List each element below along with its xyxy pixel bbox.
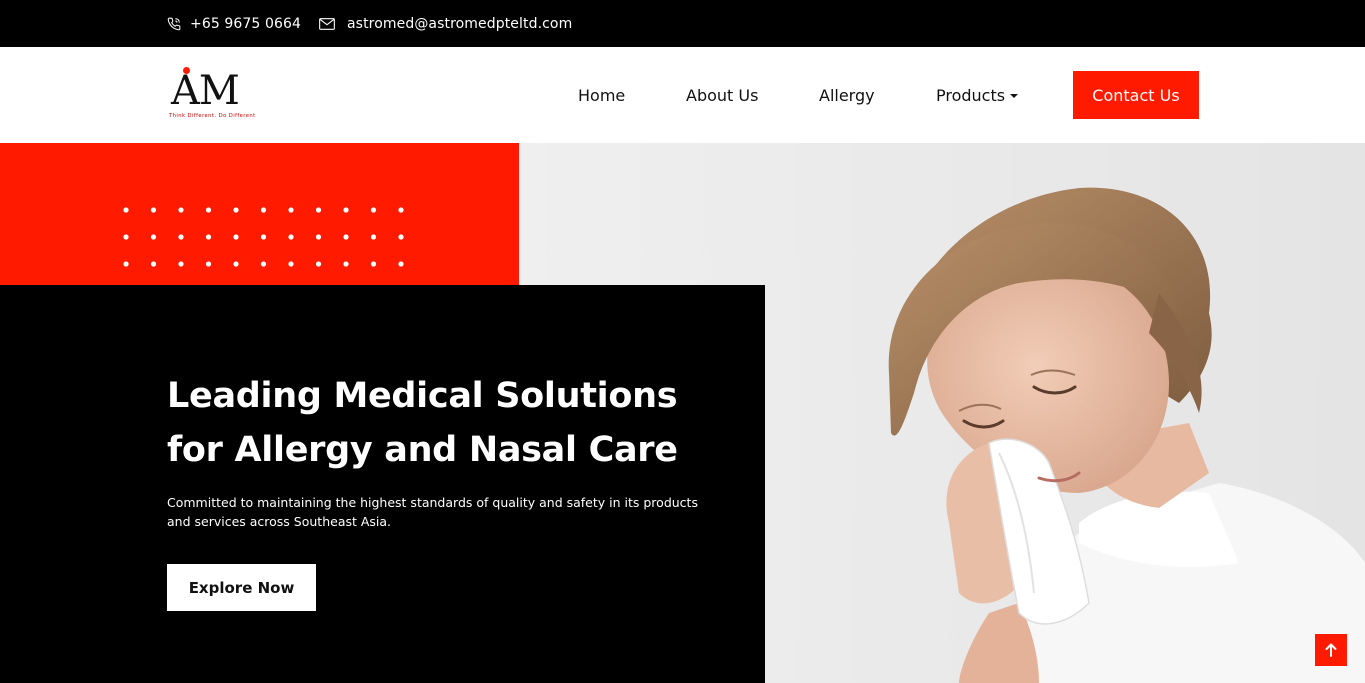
contact-us-button[interactable]: Contact Us	[1073, 71, 1199, 119]
nav-about-us[interactable]: About Us	[686, 47, 758, 143]
explore-now-button[interactable]: Explore Now	[167, 564, 316, 611]
logo-tagline: Think Different. Do Different	[169, 113, 256, 119]
topbar-email[interactable]: astromed@astromedpteltd.com	[319, 0, 572, 47]
topbar-phone-text: +65 9675 0664	[190, 15, 302, 32]
topbar-email-text: astromed@astromedpteltd.com	[347, 15, 573, 32]
main-header: AM Think Different. Do Different Home Ab…	[0, 47, 1365, 143]
hero-accent-block	[0, 143, 519, 285]
nav-allergy[interactable]: Allergy	[819, 47, 875, 143]
hero-title: Leading Medical Solutions for Allergy an…	[167, 369, 687, 477]
nav-home[interactable]: Home	[578, 47, 625, 143]
hero-title-line-2: for Allergy and Nasal Care	[167, 430, 678, 470]
hero-section: Leading Medical Solutions for Allergy an…	[0, 143, 1365, 683]
top-contact-bar: +65 9675 0664 astromed@astromedpteltd.co…	[0, 0, 1365, 47]
hero-subtitle-line-2: and services across Southeast Asia.	[167, 514, 392, 529]
hero-subtitle-line-1: Committed to maintaining the highest sta…	[167, 495, 698, 510]
envelope-icon	[319, 17, 335, 30]
arrow-up-icon	[1325, 643, 1337, 657]
hero-title-line-1: Leading Medical Solutions	[167, 376, 678, 416]
hero-text-panel	[0, 285, 765, 683]
dot-pattern-decoration	[123, 207, 404, 267]
nav-products[interactable]: Products	[936, 47, 1019, 143]
phone-icon	[167, 17, 181, 30]
caret-down-icon	[1010, 94, 1019, 98]
scroll-to-top-button[interactable]	[1315, 634, 1347, 666]
logo-letters: AM	[171, 68, 240, 114]
hero-subtitle: Committed to maintaining the highest sta…	[167, 493, 698, 531]
nav-products-label: Products	[936, 85, 1006, 105]
topbar-phone[interactable]: +65 9675 0664	[167, 0, 301, 47]
site-logo[interactable]: AM Think Different. Do Different	[167, 65, 259, 127]
